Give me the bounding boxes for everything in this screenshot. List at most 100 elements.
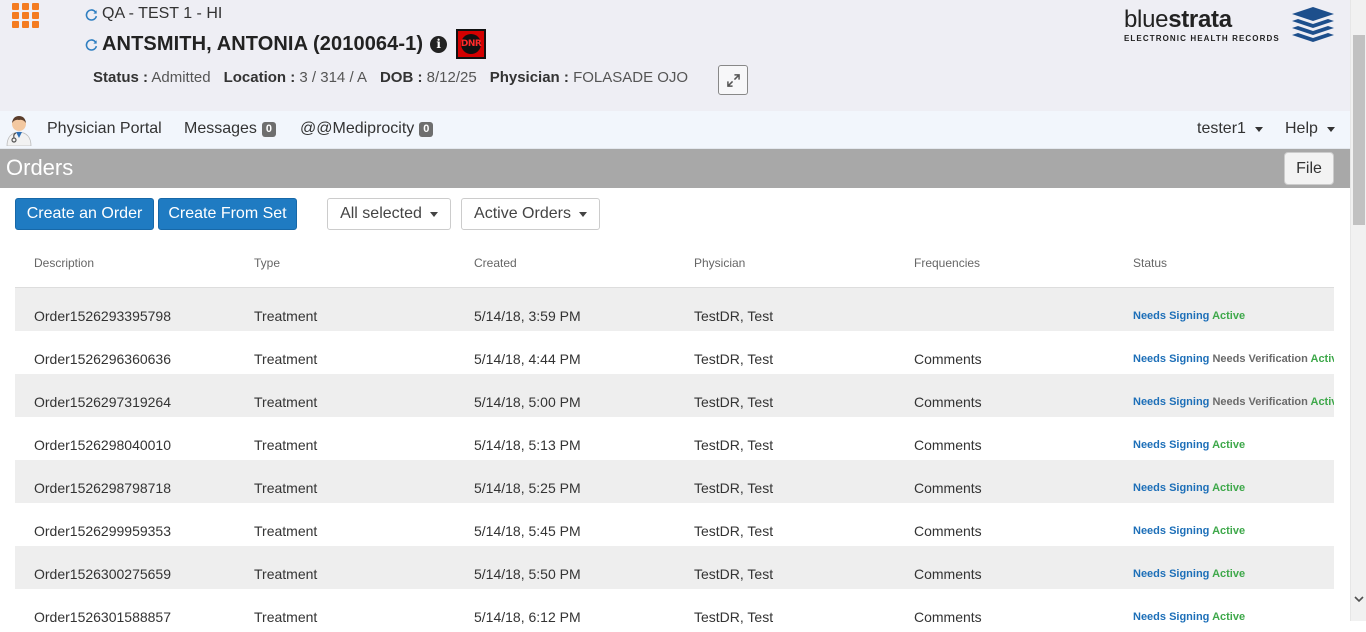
status-tag: Active bbox=[1212, 482, 1246, 494]
cell-status: Needs Signing Active bbox=[1133, 310, 1334, 322]
cell-physician: TestDR, Test bbox=[694, 566, 774, 582]
info-icon[interactable]: i bbox=[430, 35, 448, 53]
caret-down-icon bbox=[429, 211, 438, 217]
dob-label: DOB : bbox=[379, 69, 423, 86]
nav-user-menu[interactable]: tester1 bbox=[1197, 120, 1263, 138]
refresh-icon[interactable] bbox=[83, 6, 99, 22]
cell-type: Treatment bbox=[254, 609, 318, 625]
dob-value: 8/12/25 bbox=[426, 69, 477, 86]
column-header-description[interactable]: Description bbox=[34, 256, 94, 270]
file-button[interactable]: File bbox=[1284, 152, 1334, 185]
table-row[interactable]: Order1526299959353 Treatment 5/14/18, 5:45… bbox=[15, 503, 1334, 546]
dnr-label: DNR bbox=[460, 39, 482, 49]
mediprocity-count-badge: 0 bbox=[419, 121, 434, 137]
table-row[interactable]: Order1526297319264 Treatment 5/14/18, 5:00… bbox=[15, 374, 1334, 417]
cell-frequencies: Comments bbox=[914, 437, 982, 453]
cell-frequencies: Comments bbox=[914, 566, 982, 582]
order-status-filter-dropdown[interactable]: Active Orders bbox=[461, 198, 600, 230]
patient-line: ANTSMITH, ANTONIA (2010064-1) i DNR bbox=[83, 29, 487, 59]
selection-filter-dropdown[interactable]: All selected bbox=[327, 198, 451, 230]
status-tag: Needs Signing bbox=[1133, 482, 1210, 494]
cell-description: Order1526297319264 bbox=[34, 394, 172, 410]
nav-messages[interactable]: Messages 0 bbox=[184, 120, 277, 138]
status-tag: Needs Signing bbox=[1133, 396, 1210, 408]
messages-count-badge: 0 bbox=[261, 121, 277, 137]
expand-button[interactable] bbox=[718, 65, 748, 95]
location-label: Location : bbox=[223, 69, 296, 86]
dnr-badge: DNR bbox=[456, 29, 487, 59]
cell-type: Treatment bbox=[254, 308, 318, 324]
scrollbar-thumb[interactable] bbox=[1353, 35, 1365, 225]
cell-created: 5/14/18, 4:44 PM bbox=[474, 351, 581, 367]
cell-physician: TestDR, Test bbox=[694, 308, 774, 324]
status-tag: Active bbox=[1212, 310, 1246, 322]
caret-down-icon bbox=[1326, 126, 1335, 132]
table-row[interactable]: Order1526298040010 Treatment 5/14/18, 5:13… bbox=[15, 417, 1334, 460]
cell-description: Order1526300275659 bbox=[34, 566, 172, 582]
status-tag: Needs Signing bbox=[1133, 439, 1210, 451]
cell-description: Order1526293395798 bbox=[34, 308, 172, 324]
column-header-type[interactable]: Type bbox=[254, 256, 280, 270]
cell-frequencies: Comments bbox=[914, 523, 982, 539]
status-tag: Active bbox=[1310, 353, 1335, 365]
cell-type: Treatment bbox=[254, 480, 318, 496]
cell-status: Needs Signing Active bbox=[1133, 611, 1334, 623]
cell-created: 5/14/18, 5:00 PM bbox=[474, 394, 581, 410]
cell-description: Order1526298040010 bbox=[34, 437, 172, 453]
cell-status: Needs Signing Active bbox=[1133, 568, 1334, 580]
cell-frequencies: Comments bbox=[914, 609, 982, 625]
nav-physician-portal[interactable]: Physician Portal bbox=[47, 120, 162, 138]
table-row[interactable]: Order1526296360636 Treatment 5/14/18, 4:44… bbox=[15, 331, 1334, 374]
status-tag: Active bbox=[1212, 439, 1246, 451]
column-header-frequencies[interactable]: Frequencies bbox=[914, 256, 980, 270]
column-header-status[interactable]: Status bbox=[1133, 256, 1167, 270]
cell-type: Treatment bbox=[254, 566, 318, 582]
create-from-set-button[interactable]: Create From Set bbox=[158, 198, 297, 230]
cell-description: Order1526301588857 bbox=[34, 609, 172, 625]
cell-type: Treatment bbox=[254, 437, 318, 453]
patient-header: QA - TEST 1 - HI ANTSMITH, ANTONIA (2010… bbox=[0, 0, 1350, 111]
nav-help-menu[interactable]: Help bbox=[1285, 120, 1335, 138]
physician-label: Physician : bbox=[489, 69, 569, 86]
brand-subtitle: ELECTRONIC HEALTH RECORDS bbox=[1124, 34, 1280, 43]
cell-description: Order1526298798718 bbox=[34, 480, 172, 496]
location-value: 3 / 314 / A bbox=[299, 69, 367, 86]
refresh-patient-icon[interactable] bbox=[83, 36, 99, 52]
create-order-button[interactable]: Create an Order bbox=[15, 198, 154, 230]
cell-status: Needs Signing Active bbox=[1133, 439, 1334, 451]
status-tag: Active bbox=[1212, 525, 1246, 537]
stack-logo-icon bbox=[1292, 7, 1334, 42]
expand-icon bbox=[726, 73, 740, 87]
page-scrollbar[interactable] bbox=[1350, 0, 1366, 621]
column-header-created[interactable]: Created bbox=[474, 256, 517, 270]
table-row[interactable]: Order1526300275659 Treatment 5/14/18, 5:50… bbox=[15, 546, 1334, 589]
table-row[interactable]: Order1526293395798 Treatment 5/14/18, 3:59… bbox=[15, 288, 1334, 331]
status-label: Status : bbox=[93, 69, 149, 86]
cell-created: 5/14/18, 5:25 PM bbox=[474, 480, 581, 496]
cell-physician: TestDR, Test bbox=[694, 523, 774, 539]
facility-line: QA - TEST 1 - HI bbox=[83, 5, 222, 23]
status-tag: Active bbox=[1212, 611, 1246, 623]
brand-logo: bluestrata ELECTRONIC HEALTH RECORDS bbox=[1124, 6, 1336, 46]
cell-type: Treatment bbox=[254, 351, 318, 367]
cell-created: 5/14/18, 5:45 PM bbox=[474, 523, 581, 539]
cell-frequencies: Comments bbox=[914, 394, 982, 410]
patient-name: ANTSMITH, ANTONIA (2010064-1) bbox=[102, 32, 424, 55]
top-navbar: Physician Portal Messages 0 @@Mediprocity… bbox=[0, 111, 1350, 149]
status-tag: Needs Signing bbox=[1133, 310, 1210, 322]
status-tag: Active bbox=[1310, 396, 1335, 408]
table-header: Description Type Created Physician Frequ… bbox=[15, 247, 1334, 288]
column-header-physician[interactable]: Physician bbox=[694, 256, 745, 270]
table-row[interactable]: Order1526301588857 Treatment 5/14/18, 6:12… bbox=[15, 589, 1334, 632]
brand-wordmark: bluestrata bbox=[1124, 6, 1232, 33]
cell-status: Needs Signing Needs Verification Active bbox=[1133, 353, 1334, 365]
app-grid-icon[interactable] bbox=[12, 3, 40, 28]
status-tag: Needs Signing bbox=[1133, 353, 1210, 365]
doctor-avatar-icon bbox=[6, 116, 32, 146]
nav-mediprocity[interactable]: @@Mediprocity 0 bbox=[300, 120, 434, 138]
cell-created: 5/14/18, 3:59 PM bbox=[474, 308, 581, 324]
table-row[interactable]: Order1526298798718 Treatment 5/14/18, 5:25… bbox=[15, 460, 1334, 503]
scroll-down-arrow-icon[interactable] bbox=[1354, 594, 1364, 604]
status-tag: Needs Signing bbox=[1133, 525, 1210, 537]
cell-created: 5/14/18, 6:12 PM bbox=[474, 609, 581, 625]
